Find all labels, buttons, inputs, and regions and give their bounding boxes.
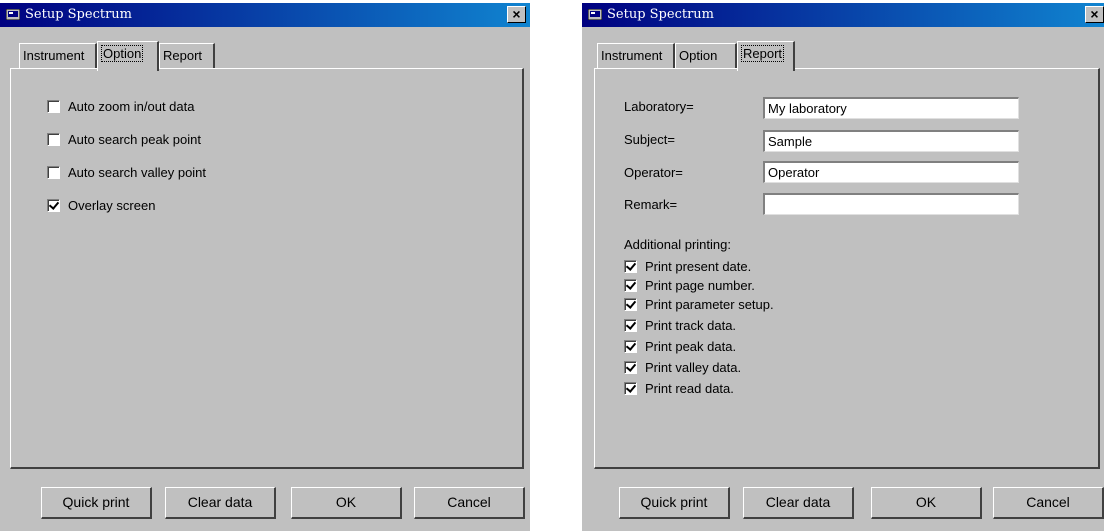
- checkbox-box[interactable]: [624, 279, 637, 292]
- tab-option[interactable]: Option: [97, 41, 159, 71]
- app-icon: [588, 9, 602, 20]
- checkbox-overlay-screen[interactable]: Overlay screen: [47, 198, 155, 213]
- checkbox-box[interactable]: [47, 199, 60, 212]
- operator-label: Operator=: [624, 165, 683, 180]
- ok-button[interactable]: OK: [871, 487, 982, 519]
- tab-report[interactable]: Report: [737, 41, 795, 71]
- cancel-button[interactable]: Cancel: [414, 487, 525, 519]
- checkbox-box[interactable]: [47, 166, 60, 179]
- cancel-button[interactable]: Cancel: [993, 487, 1104, 519]
- setup-spectrum-dialog-report: Setup Spectrum × Instrument Option Repor…: [582, 3, 1104, 531]
- checkbox-box[interactable]: [47, 100, 60, 113]
- quick-print-button[interactable]: Quick print: [619, 487, 730, 519]
- operator-field[interactable]: Operator: [763, 161, 1019, 183]
- laboratory-field[interactable]: My laboratory: [763, 97, 1019, 119]
- clear-data-button[interactable]: Clear data: [743, 487, 854, 519]
- subject-label: Subject=: [624, 132, 675, 147]
- title-bar[interactable]: Setup Spectrum ×: [0, 3, 530, 27]
- option-panel: [10, 68, 524, 469]
- close-icon: ×: [512, 6, 521, 22]
- quick-print-button[interactable]: Quick print: [41, 487, 152, 519]
- checkbox-box[interactable]: [624, 260, 637, 273]
- subject-field[interactable]: Sample: [763, 130, 1019, 152]
- checkbox-print-parameter-setup[interactable]: Print parameter setup.: [624, 297, 774, 312]
- remark-field[interactable]: [763, 193, 1019, 215]
- checkbox-auto-search-valley[interactable]: Auto search valley point: [47, 165, 206, 180]
- checkbox-box[interactable]: [624, 298, 637, 311]
- checkbox-print-track-data[interactable]: Print track data.: [624, 318, 736, 333]
- remark-label: Remark=: [624, 197, 678, 212]
- window-title: Setup Spectrum: [607, 7, 714, 22]
- clear-data-button[interactable]: Clear data: [165, 487, 276, 519]
- checkbox-box[interactable]: [624, 319, 637, 332]
- checkbox-auto-search-peak[interactable]: Auto search peak point: [47, 132, 201, 147]
- ok-button[interactable]: OK: [291, 487, 402, 519]
- checkbox-box[interactable]: [624, 382, 637, 395]
- checkbox-print-read-data[interactable]: Print read data.: [624, 381, 734, 396]
- title-bar[interactable]: Setup Spectrum ×: [582, 3, 1104, 27]
- close-icon: ×: [1090, 6, 1099, 22]
- setup-spectrum-dialog-option: Setup Spectrum × Instrument Option Repor…: [0, 3, 530, 531]
- close-button[interactable]: ×: [507, 6, 526, 23]
- close-button[interactable]: ×: [1085, 6, 1104, 23]
- checkbox-auto-zoom[interactable]: Auto zoom in/out data: [47, 99, 194, 114]
- checkbox-print-page-number[interactable]: Print page number.: [624, 278, 755, 293]
- app-icon: [6, 9, 20, 20]
- tab-option[interactable]: Option: [675, 43, 737, 68]
- window-title: Setup Spectrum: [25, 7, 132, 22]
- checkbox-box[interactable]: [47, 133, 60, 146]
- additional-printing-heading: Additional printing:: [624, 237, 731, 252]
- checkbox-box[interactable]: [624, 361, 637, 374]
- tab-instrument[interactable]: Instrument: [597, 43, 675, 68]
- tab-instrument[interactable]: Instrument: [19, 43, 97, 68]
- checkbox-print-valley-data[interactable]: Print valley data.: [624, 360, 741, 375]
- laboratory-label: Laboratory=: [624, 99, 694, 114]
- tab-report[interactable]: Report: [159, 43, 215, 68]
- checkbox-box[interactable]: [624, 340, 637, 353]
- checkbox-print-present-date[interactable]: Print present date.: [624, 259, 751, 274]
- checkbox-print-peak-data[interactable]: Print peak data.: [624, 339, 736, 354]
